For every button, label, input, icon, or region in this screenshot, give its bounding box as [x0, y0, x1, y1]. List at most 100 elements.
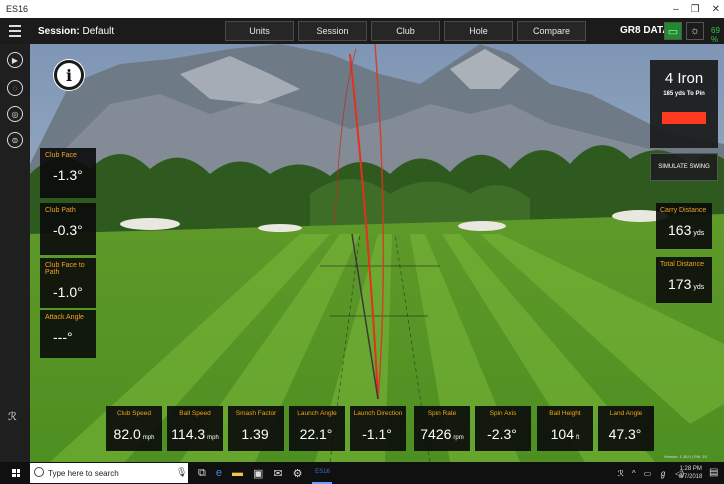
launch-direction-box: Launch Direction -1.1°: [350, 406, 406, 451]
es16-taskbar-app[interactable]: ES16: [312, 462, 333, 484]
tray-chevron-icon[interactable]: ^: [632, 469, 636, 478]
scene-background: [30, 44, 724, 462]
launch-direction-value: -1.1°: [362, 426, 392, 442]
spin-axis-box: Spin Axis -2.3°: [475, 406, 531, 451]
total-distance-label: Total Distance: [660, 261, 704, 268]
ball-speed-value: 114.3 mph: [171, 426, 219, 442]
land-angle-label: Land Angle: [609, 410, 643, 417]
launch-angle-label: Launch Angle: [297, 410, 337, 417]
clock-time: 1:28 PM: [679, 466, 702, 472]
club-speed-box: Club Speed 82.0 mph: [106, 406, 162, 451]
app-header: Session: Default Units Session Club Hole…: [0, 18, 724, 44]
version-label: Version: 1.35.0 | FW: 15: [664, 454, 707, 459]
minimize-button[interactable]: –: [673, 4, 679, 15]
mail-icon[interactable]: ✉: [273, 467, 282, 480]
mic-icon[interactable]: 🎙: [176, 467, 187, 478]
golf-scene: i Club Face -1.3° Club Path -0.3° Club F…: [30, 44, 724, 462]
system-tray: ℛ ^ ▭ ℊ ◁): [617, 462, 684, 484]
attack-angle-value: ---°: [53, 329, 73, 345]
spin-rate-value: 7426 rpm: [420, 426, 464, 442]
ball-speed-label: Ball Speed: [179, 410, 211, 417]
hamburger-icon[interactable]: [0, 18, 30, 44]
smash-factor-label: Smash Factor: [235, 410, 277, 417]
window-title: ES16: [6, 4, 29, 14]
pen-icon[interactable]: ℊ: [659, 468, 667, 479]
device-status-icon[interactable]: ▭: [664, 22, 682, 40]
brand-label: GR8 DATA: [620, 25, 670, 36]
club-face-value: -1.3°: [53, 167, 83, 183]
units-button[interactable]: Units: [225, 21, 294, 41]
network-icon[interactable]: ▭: [644, 469, 652, 478]
file-explorer-icon[interactable]: ▬: [232, 467, 243, 479]
window-controls: – ❐ ✕: [673, 0, 720, 18]
carry-distance-value: 163 yds: [668, 222, 705, 238]
settings-icon[interactable]: ⊜: [7, 132, 23, 148]
edge-icon[interactable]: e: [216, 467, 222, 479]
smash-factor-value: 1.39: [241, 426, 269, 442]
top-menu: Units Session Club Hole Compare: [225, 21, 586, 41]
close-button[interactable]: ✕: [712, 4, 720, 15]
launch-angle-value: 22.1°: [299, 426, 333, 442]
taskbar-clock[interactable]: 1:28 PM 8/7/2018: [679, 465, 702, 481]
club-path-value: -0.3°: [53, 222, 83, 238]
taskbar-search-input[interactable]: Type here to search: [30, 463, 188, 483]
windows-icon[interactable]: [12, 469, 20, 477]
simulate-swing-button[interactable]: SIMULATE SWING: [650, 153, 718, 181]
play-icon[interactable]: ▶: [7, 52, 23, 68]
taskbar-apps: ⧉ e ▬ ▣ ✉ ⚙ ES16: [198, 462, 333, 484]
smash-factor-box: Smash Factor 1.39: [228, 406, 284, 451]
land-angle-box: Land Angle 47.3°: [598, 406, 654, 451]
yards-to-pin: 185 yds To Pin: [663, 91, 705, 97]
spin-rate-label: Spin Rate: [427, 410, 457, 417]
club-face-to-path-box: Club Face to Path -1.0°: [40, 258, 96, 308]
person-icon[interactable]: ℛ: [8, 410, 17, 423]
spin-rate-box: Spin Rate 7426 rpm: [414, 406, 470, 451]
spin-axis-label: Spin Axis: [489, 410, 517, 417]
clock-date: 8/7/2018: [679, 474, 703, 480]
club-face-to-path-label: Club Face to Path: [45, 262, 85, 276]
club-path-label: Club Path: [45, 207, 76, 214]
club-face-to-path-value: -1.0°: [53, 284, 83, 300]
attack-angle-label: Attack Angle: [45, 314, 84, 321]
app-logo-icon: i: [54, 60, 84, 90]
search-icon: [34, 467, 44, 477]
total-distance-value: 173 yds: [668, 276, 705, 292]
brightness-icon[interactable]: ☼: [686, 22, 704, 40]
session-label: Session:: [38, 25, 80, 37]
notification-icon[interactable]: ▤: [709, 467, 718, 478]
hole-button[interactable]: Hole: [444, 21, 513, 41]
ball-height-value: 104 ft: [550, 426, 580, 442]
club-button[interactable]: Club: [371, 21, 440, 41]
settings-gear-icon[interactable]: ⚙: [293, 467, 303, 480]
battery-percent: 69 %: [711, 26, 720, 44]
launch-direction-label: Launch Direction: [353, 410, 403, 417]
task-view-icon[interactable]: ⧉: [198, 467, 206, 480]
people-icon[interactable]: ℛ: [617, 469, 623, 478]
left-sidebar: ▶ ◌ ◎ ⊜ ℛ: [0, 44, 30, 462]
session-name: Default: [82, 25, 115, 37]
ball-height-box: Ball Height 104 ft: [537, 406, 593, 451]
session-button[interactable]: Session: [298, 21, 367, 41]
windows-taskbar: Type here to search 🎙 ⧉ e ▬ ▣ ✉ ⚙ ES16 ℛ…: [0, 462, 724, 484]
club-speed-label: Club Speed: [117, 410, 151, 417]
ball-speed-box: Ball Speed 114.3 mph: [167, 406, 223, 451]
target-icon[interactable]: ◎: [7, 106, 23, 122]
store-icon[interactable]: ▣: [253, 467, 263, 480]
club-path-box: Club Path -0.3°: [40, 203, 96, 255]
land-angle-value: 47.3°: [608, 426, 642, 442]
total-distance-box: Total Distance 173 yds: [656, 257, 712, 303]
club-speed-value: 82.0 mph: [113, 426, 155, 442]
window-titlebar: ES16 – ❐ ✕: [0, 0, 724, 18]
carry-distance-box: Carry Distance 163 yds: [656, 203, 712, 249]
golf-ball-icon[interactable]: ◌: [7, 80, 23, 96]
club-name: 4 Iron: [664, 70, 704, 87]
restore-button[interactable]: ❐: [691, 4, 700, 15]
carry-distance-label: Carry Distance: [660, 207, 707, 214]
ball-height-label: Ball Height: [549, 410, 581, 417]
spin-axis-value: -2.3°: [487, 426, 517, 442]
launch-angle-box: Launch Angle 22.1°: [289, 406, 345, 451]
compare-button[interactable]: Compare: [517, 21, 586, 41]
search-placeholder: Type here to search: [48, 468, 119, 478]
club-color-indicator: [662, 112, 706, 124]
club-face-label: Club Face: [45, 152, 77, 159]
